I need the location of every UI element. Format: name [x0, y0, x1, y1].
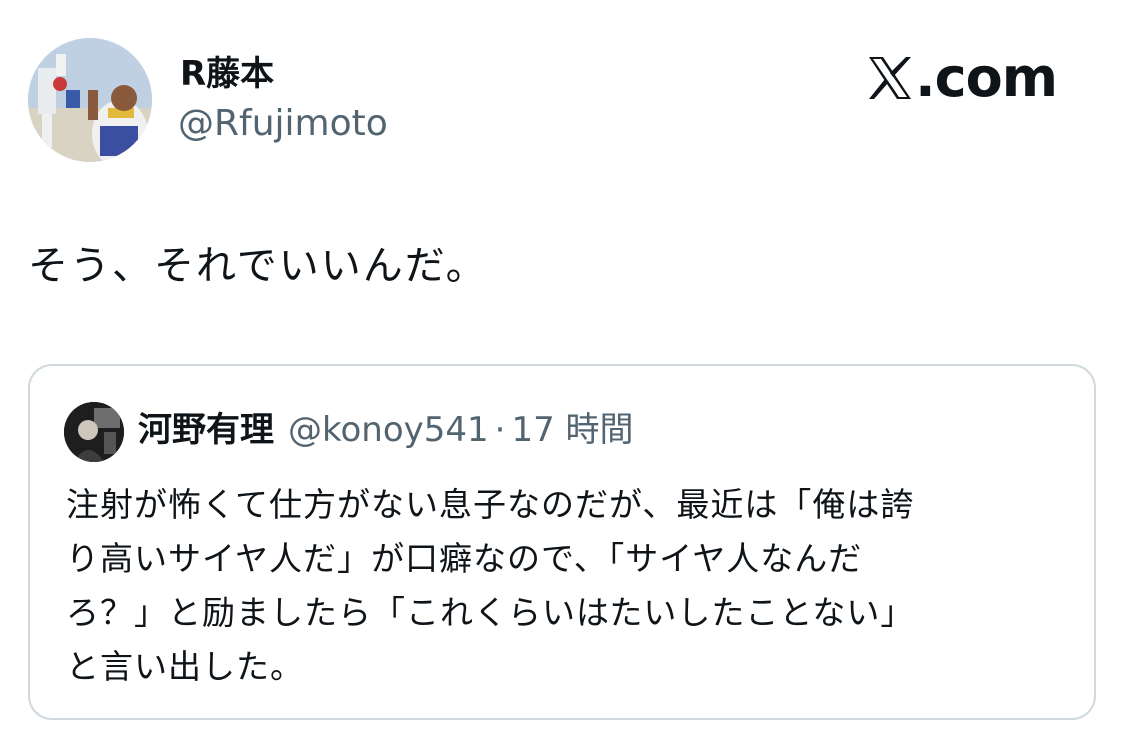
quoted-tweet-text: 注射が怖くて仕方がない息子なのだが、最近は「俺は誇 り高いサイヤ人だ」が口癖なの… — [66, 478, 1066, 694]
x-com-brand: .com — [867, 46, 1058, 110]
x-logo-icon — [867, 55, 913, 101]
quoted-text-line: ろ？」と励ましたら「これくらいはたいしたことない」 — [66, 593, 915, 632]
quoted-tweet[interactable]: 河野有理 @konoy541 · 17 時間 注射が怖くて仕方がない息子なのだが… — [28, 364, 1096, 720]
user-avatar-icon — [28, 38, 152, 162]
quoted-text-line: と言い出した。 — [66, 647, 304, 686]
author-display-name[interactable]: R藤本 — [180, 52, 274, 96]
quoted-author-display-name[interactable]: 河野有理 — [138, 406, 274, 454]
quoted-text-line: 注射が怖くて仕方がない息子なのだが、最近は「俺は誇 — [66, 485, 915, 524]
quoted-author-handle[interactable]: @konoy541 — [288, 406, 489, 454]
header-separator: · — [494, 410, 506, 450]
quoted-tweet-header: 河野有理 @konoy541 · 17 時間 — [138, 406, 634, 454]
author-handle[interactable]: @Rfujimoto — [178, 100, 388, 148]
quoted-author-avatar[interactable] — [64, 402, 124, 462]
quoted-text-line: り高いサイヤ人だ」が口癖なので、「サイヤ人なんだ — [66, 539, 863, 578]
tweet-card: R藤本 @Rfujimoto .com そう、それでいいんだ。 河野有理 @ko… — [0, 0, 1125, 754]
author-avatar[interactable] — [28, 38, 152, 162]
brand-label: .com — [915, 46, 1058, 109]
quoted-tweet-time[interactable]: 17 時間 — [511, 406, 633, 454]
quoted-user-avatar-icon — [64, 402, 124, 462]
tweet-text: そう、それでいいんだ。 — [28, 243, 488, 289]
